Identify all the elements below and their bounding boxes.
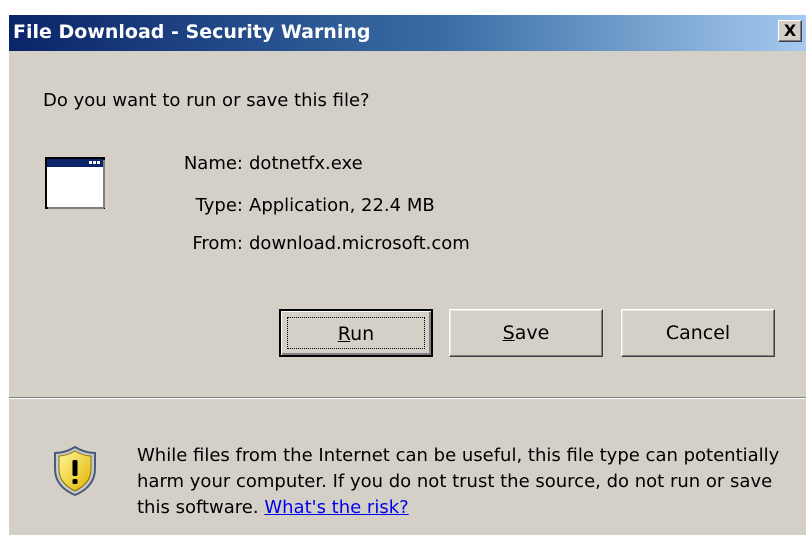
save-button[interactable]: Save	[449, 309, 603, 357]
close-icon: X	[783, 21, 797, 40]
cancel-button[interactable]: Cancel	[621, 309, 775, 357]
cancel-label: Cancel	[665, 322, 731, 344]
divider	[9, 397, 806, 399]
file-type-row: Type: Application, 22.4 MB	[159, 195, 435, 216]
file-type-label: Type:	[195, 195, 243, 216]
file-from-value: download.microsoft.com	[249, 233, 470, 254]
application-window-icon	[45, 157, 105, 209]
file-download-dialog: File Download - Security Warning X Do yo…	[8, 14, 806, 535]
run-button[interactable]: Run	[279, 309, 433, 357]
whats-the-risk-link[interactable]: What's the risk?	[264, 497, 408, 518]
file-name-row: Name: dotnetfx.exe	[159, 153, 363, 174]
file-from-label: From:	[192, 233, 243, 254]
security-shield-icon	[54, 445, 96, 497]
file-name-value: dotnetfx.exe	[249, 153, 363, 174]
dialog-question: Do you want to run or save this file?	[43, 90, 370, 111]
save-mnemonic: S	[502, 322, 515, 344]
warning-message: While files from the Internet can be use…	[137, 445, 780, 518]
security-warning-text: While files from the Internet can be use…	[137, 443, 797, 521]
title-bar[interactable]: File Download - Security Warning X	[9, 15, 806, 51]
file-type-value: Application, 22.4 MB	[249, 195, 435, 216]
close-button[interactable]: X	[778, 20, 802, 42]
file-from-row: From: download.microsoft.com	[159, 233, 470, 254]
focus-rectangle	[287, 317, 425, 349]
file-name-label: Name:	[183, 153, 243, 174]
save-label: ave	[514, 322, 550, 344]
window-title: File Download - Security Warning	[13, 21, 371, 43]
